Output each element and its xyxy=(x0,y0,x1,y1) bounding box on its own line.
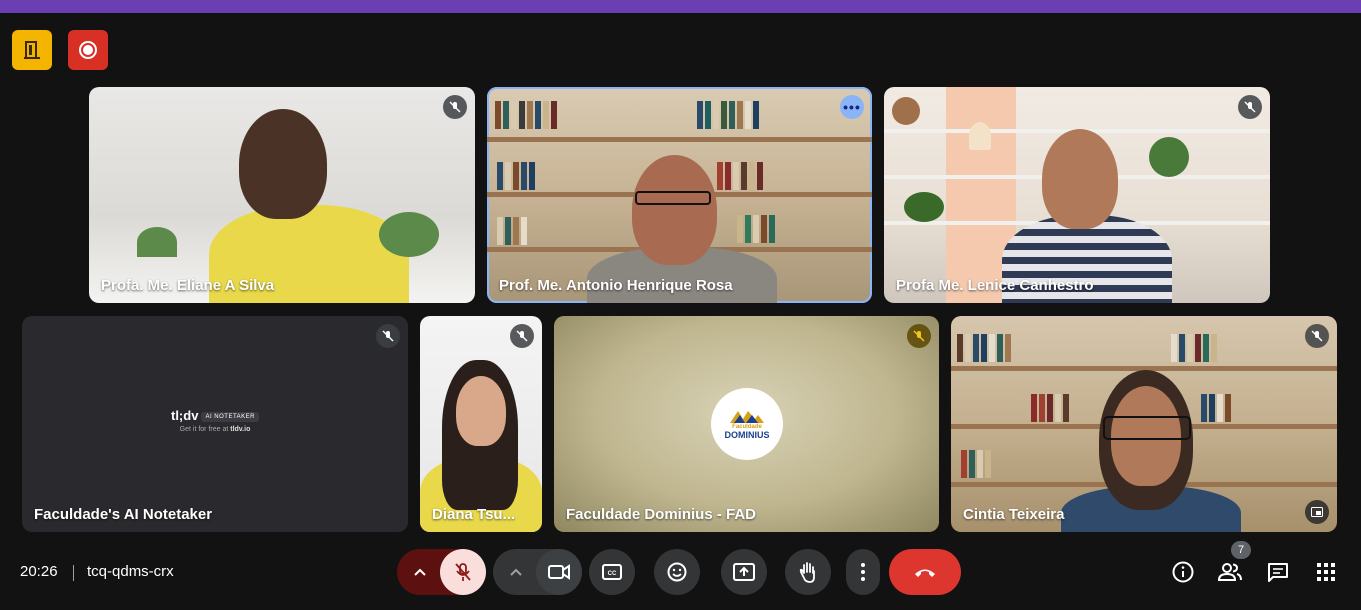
meeting-clock: 20:26 xyxy=(20,563,58,580)
more-options-icon[interactable]: ••• xyxy=(840,95,864,119)
present-screen-button[interactable] xyxy=(721,549,767,595)
tldv-logo: tl;dv AI NOTETAKER xyxy=(22,408,408,423)
more-vertical-icon xyxy=(861,563,865,581)
participant-tile-dominius[interactable]: Faculdade DOMINIUS Faculdade Dominius - … xyxy=(554,316,939,532)
mic-off-icon xyxy=(1305,324,1329,348)
end-call-button[interactable] xyxy=(889,549,961,595)
hang-up-icon xyxy=(915,569,935,577)
mic-off-icon xyxy=(510,324,534,348)
browser-top-strip xyxy=(0,0,1361,13)
tldv-tagline: Get it for free at tldv.io xyxy=(179,426,251,433)
pin-frame-icon[interactable] xyxy=(1305,500,1329,524)
mic-off-icon xyxy=(907,324,931,348)
raise-hand-button[interactable] xyxy=(785,549,831,595)
emoji-icon xyxy=(667,562,687,582)
chat-icon xyxy=(1268,563,1288,582)
more-options-button[interactable] xyxy=(846,549,880,595)
mic-off-icon xyxy=(443,95,467,119)
video-camera-icon xyxy=(548,564,570,580)
present-screen-icon xyxy=(733,563,755,581)
participant-count-badge: 7 xyxy=(1231,541,1251,559)
chevron-up-icon xyxy=(414,568,426,576)
microphone-control[interactable] xyxy=(397,549,486,595)
dominius-avatar: Faculdade DOMINIUS xyxy=(711,388,783,460)
meeting-details-button[interactable] xyxy=(1170,559,1196,585)
people-button[interactable] xyxy=(1217,559,1243,585)
participant-name: Faculdade's AI Notetaker xyxy=(34,506,213,523)
activities-button[interactable] xyxy=(1313,559,1339,585)
camera-options-button[interactable] xyxy=(493,549,539,595)
reactions-button[interactable] xyxy=(654,549,700,595)
record-icon xyxy=(79,41,97,59)
recording-indicator-button[interactable] xyxy=(68,30,108,70)
participant-name: Profa Me. Lenice Canhestro xyxy=(896,277,1094,294)
microphone-button[interactable] xyxy=(440,549,486,595)
apps-grid-icon xyxy=(1317,563,1335,581)
participant-tile-diana[interactable]: Diana Tsu... xyxy=(420,316,542,532)
people-icon xyxy=(1218,563,1242,581)
divider xyxy=(73,565,74,581)
mic-off-icon xyxy=(1238,95,1262,119)
captions-button[interactable]: CC xyxy=(589,549,635,595)
leave-room-button[interactable] xyxy=(12,30,52,70)
camera-control[interactable] xyxy=(493,549,582,595)
chevron-up-icon xyxy=(510,568,522,576)
participant-tile-antonio[interactable]: ••• Prof. Me. Antonio Henrique Rosa xyxy=(487,87,872,303)
mic-options-button[interactable] xyxy=(397,549,443,595)
mic-off-icon xyxy=(376,324,400,348)
meeting-code: tcq-qdms-crx xyxy=(87,563,174,580)
participant-tile-notetaker[interactable]: tl;dv AI NOTETAKER Get it for free at tld… xyxy=(22,316,408,532)
door-icon xyxy=(24,41,40,59)
participant-name: Profa. Me. Eliane A Silva xyxy=(101,277,275,294)
mountain-logo-icon xyxy=(730,410,764,423)
participant-name: Prof. Me. Antonio Henrique Rosa xyxy=(499,277,733,294)
camera-button[interactable] xyxy=(536,549,582,595)
chat-button[interactable] xyxy=(1265,559,1291,585)
participant-name: Diana Tsu... xyxy=(432,506,516,523)
participant-name: Faculdade Dominius - FAD xyxy=(566,506,757,523)
info-icon xyxy=(1172,561,1194,583)
mic-off-icon xyxy=(455,563,471,581)
raise-hand-icon xyxy=(799,562,815,583)
participant-tile-lenice[interactable]: Profa Me. Lenice Canhestro xyxy=(884,87,1270,303)
participant-tile-eliane[interactable]: Profa. Me. Eliane A Silva xyxy=(89,87,475,303)
svg-text:CC: CC xyxy=(608,571,617,577)
participant-name: Cintia Teixeira xyxy=(963,506,1065,523)
participant-tile-cintia[interactable]: Cintia Teixeira xyxy=(951,316,1337,532)
closed-captions-icon: CC xyxy=(602,564,622,580)
